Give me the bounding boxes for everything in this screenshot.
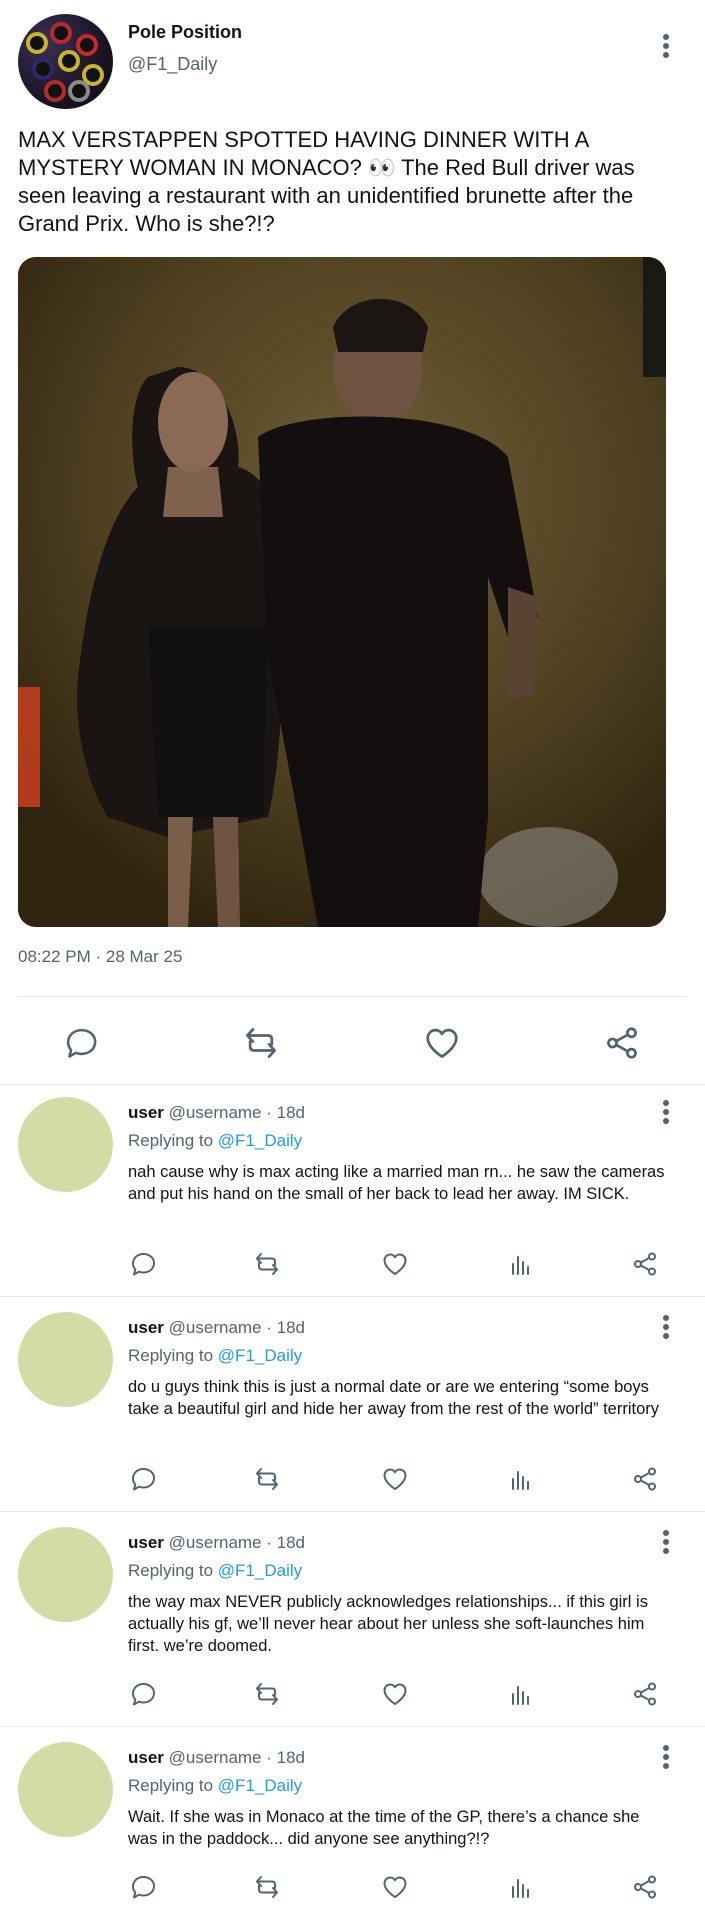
replying-prefix: Replying to [128,1561,214,1580]
avatar[interactable] [18,1312,113,1407]
retweet-icon[interactable] [252,1872,282,1902]
more-vertical-icon[interactable] [663,1530,669,1556]
reply-handle-time: @username · 18d [168,1533,305,1552]
reply-username[interactable]: user [128,1533,164,1552]
reply-tweet[interactable]: user @username · 18d Replying to @F1_Dai… [0,1085,705,1295]
reply-handle-time: @username · 18d [168,1748,305,1767]
divider [18,996,686,997]
tyre-graphic [32,58,54,80]
more-vertical-icon[interactable] [663,1745,669,1771]
reply-handle-time: @username · 18d [168,1318,305,1337]
replying-prefix: Replying to [128,1346,214,1365]
replying-prefix: Replying to [128,1776,214,1795]
reply-handle-time: @username · 18d [168,1103,305,1122]
comment-icon[interactable] [128,1872,158,1902]
tyre-graphic [50,22,72,44]
reply-text: the way max NEVER publicly acknowledges … [128,1593,648,1655]
tyre-graphic [68,80,90,102]
tweet-timestamp: 08:22 PM · 28 Mar 25 [18,947,183,966]
divider [0,1511,705,1512]
replying-handle-link[interactable]: @F1_Daily [218,1776,302,1795]
reply-text: Wait. If she was in Monaco at the time o… [128,1808,640,1848]
comment-icon[interactable] [128,1464,158,1494]
reply-username[interactable]: user [128,1103,164,1122]
divider [0,1726,705,1727]
replying-prefix: Replying to [128,1131,214,1150]
comment-icon[interactable] [62,1024,100,1062]
reply-tweet[interactable]: user @username · 18d Replying to @F1_Dai… [0,1730,705,1920]
reply-tweet[interactable]: user @username · 18d Replying to @F1_Dai… [0,1300,705,1510]
bar-chart-icon[interactable] [506,1249,536,1279]
tweet-text: MAX VERSTAPPEN SPOTTED HAVING DINNER WIT… [18,127,635,236]
avatar[interactable] [18,14,113,109]
main-tweet: Pole Position @F1_Daily MAX VERSTAPPEN S… [0,0,705,1085]
more-vertical-icon[interactable] [663,34,669,60]
retweet-icon[interactable] [252,1249,282,1279]
photo-of-couple [18,257,666,927]
share-icon[interactable] [630,1872,660,1902]
heart-icon[interactable] [380,1679,410,1709]
tyre-graphic [58,50,80,72]
reply-meta: user @username · 18d [128,1103,305,1123]
reply-meta: user @username · 18d [128,1748,305,1768]
share-icon[interactable] [630,1679,660,1709]
author-handle[interactable]: @F1_Daily [128,54,217,75]
heart-icon[interactable] [423,1024,461,1062]
avatar[interactable] [18,1742,113,1837]
divider [0,1296,705,1297]
reply-username[interactable]: user [128,1318,164,1337]
heart-icon[interactable] [380,1464,410,1494]
tweet-photo[interactable] [18,257,666,927]
bar-chart-icon[interactable] [506,1464,536,1494]
tyre-graphic [44,80,66,102]
comment-icon[interactable] [128,1679,158,1709]
avatar[interactable] [18,1097,113,1192]
replying-handle-link[interactable]: @F1_Daily [218,1561,302,1580]
share-icon[interactable] [630,1464,660,1494]
retweet-icon[interactable] [242,1024,280,1062]
author-name[interactable]: Pole Position [128,22,242,43]
share-icon[interactable] [603,1024,641,1062]
replying-to: Replying to @F1_Daily [128,1776,302,1796]
share-icon[interactable] [630,1249,660,1279]
reply-meta: user @username · 18d [128,1318,305,1338]
replying-handle-link[interactable]: @F1_Daily [218,1131,302,1150]
replying-to: Replying to @F1_Daily [128,1131,302,1151]
bar-chart-icon[interactable] [506,1679,536,1709]
reply-tweet[interactable]: user @username · 18d Replying to @F1_Dai… [0,1515,705,1725]
reply-text: do u guys think this is just a normal da… [128,1378,660,1418]
reply-meta: user @username · 18d [128,1533,305,1553]
replying-to: Replying to @F1_Daily [128,1561,302,1581]
heart-icon[interactable] [380,1249,410,1279]
reply-text: nah cause why is max acting like a marri… [128,1163,665,1203]
tyre-graphic [76,34,98,56]
avatar[interactable] [18,1527,113,1622]
heart-icon[interactable] [380,1872,410,1902]
replying-handle-link[interactable]: @F1_Daily [218,1346,302,1365]
more-vertical-icon[interactable] [663,1315,669,1341]
tyre-graphic [26,32,48,54]
replying-to: Replying to @F1_Daily [128,1346,302,1366]
bar-chart-icon[interactable] [506,1872,536,1902]
retweet-icon[interactable] [252,1679,282,1709]
more-vertical-icon[interactable] [663,1100,669,1126]
comment-icon[interactable] [128,1249,158,1279]
reply-username[interactable]: user [128,1748,164,1767]
retweet-icon[interactable] [252,1464,282,1494]
